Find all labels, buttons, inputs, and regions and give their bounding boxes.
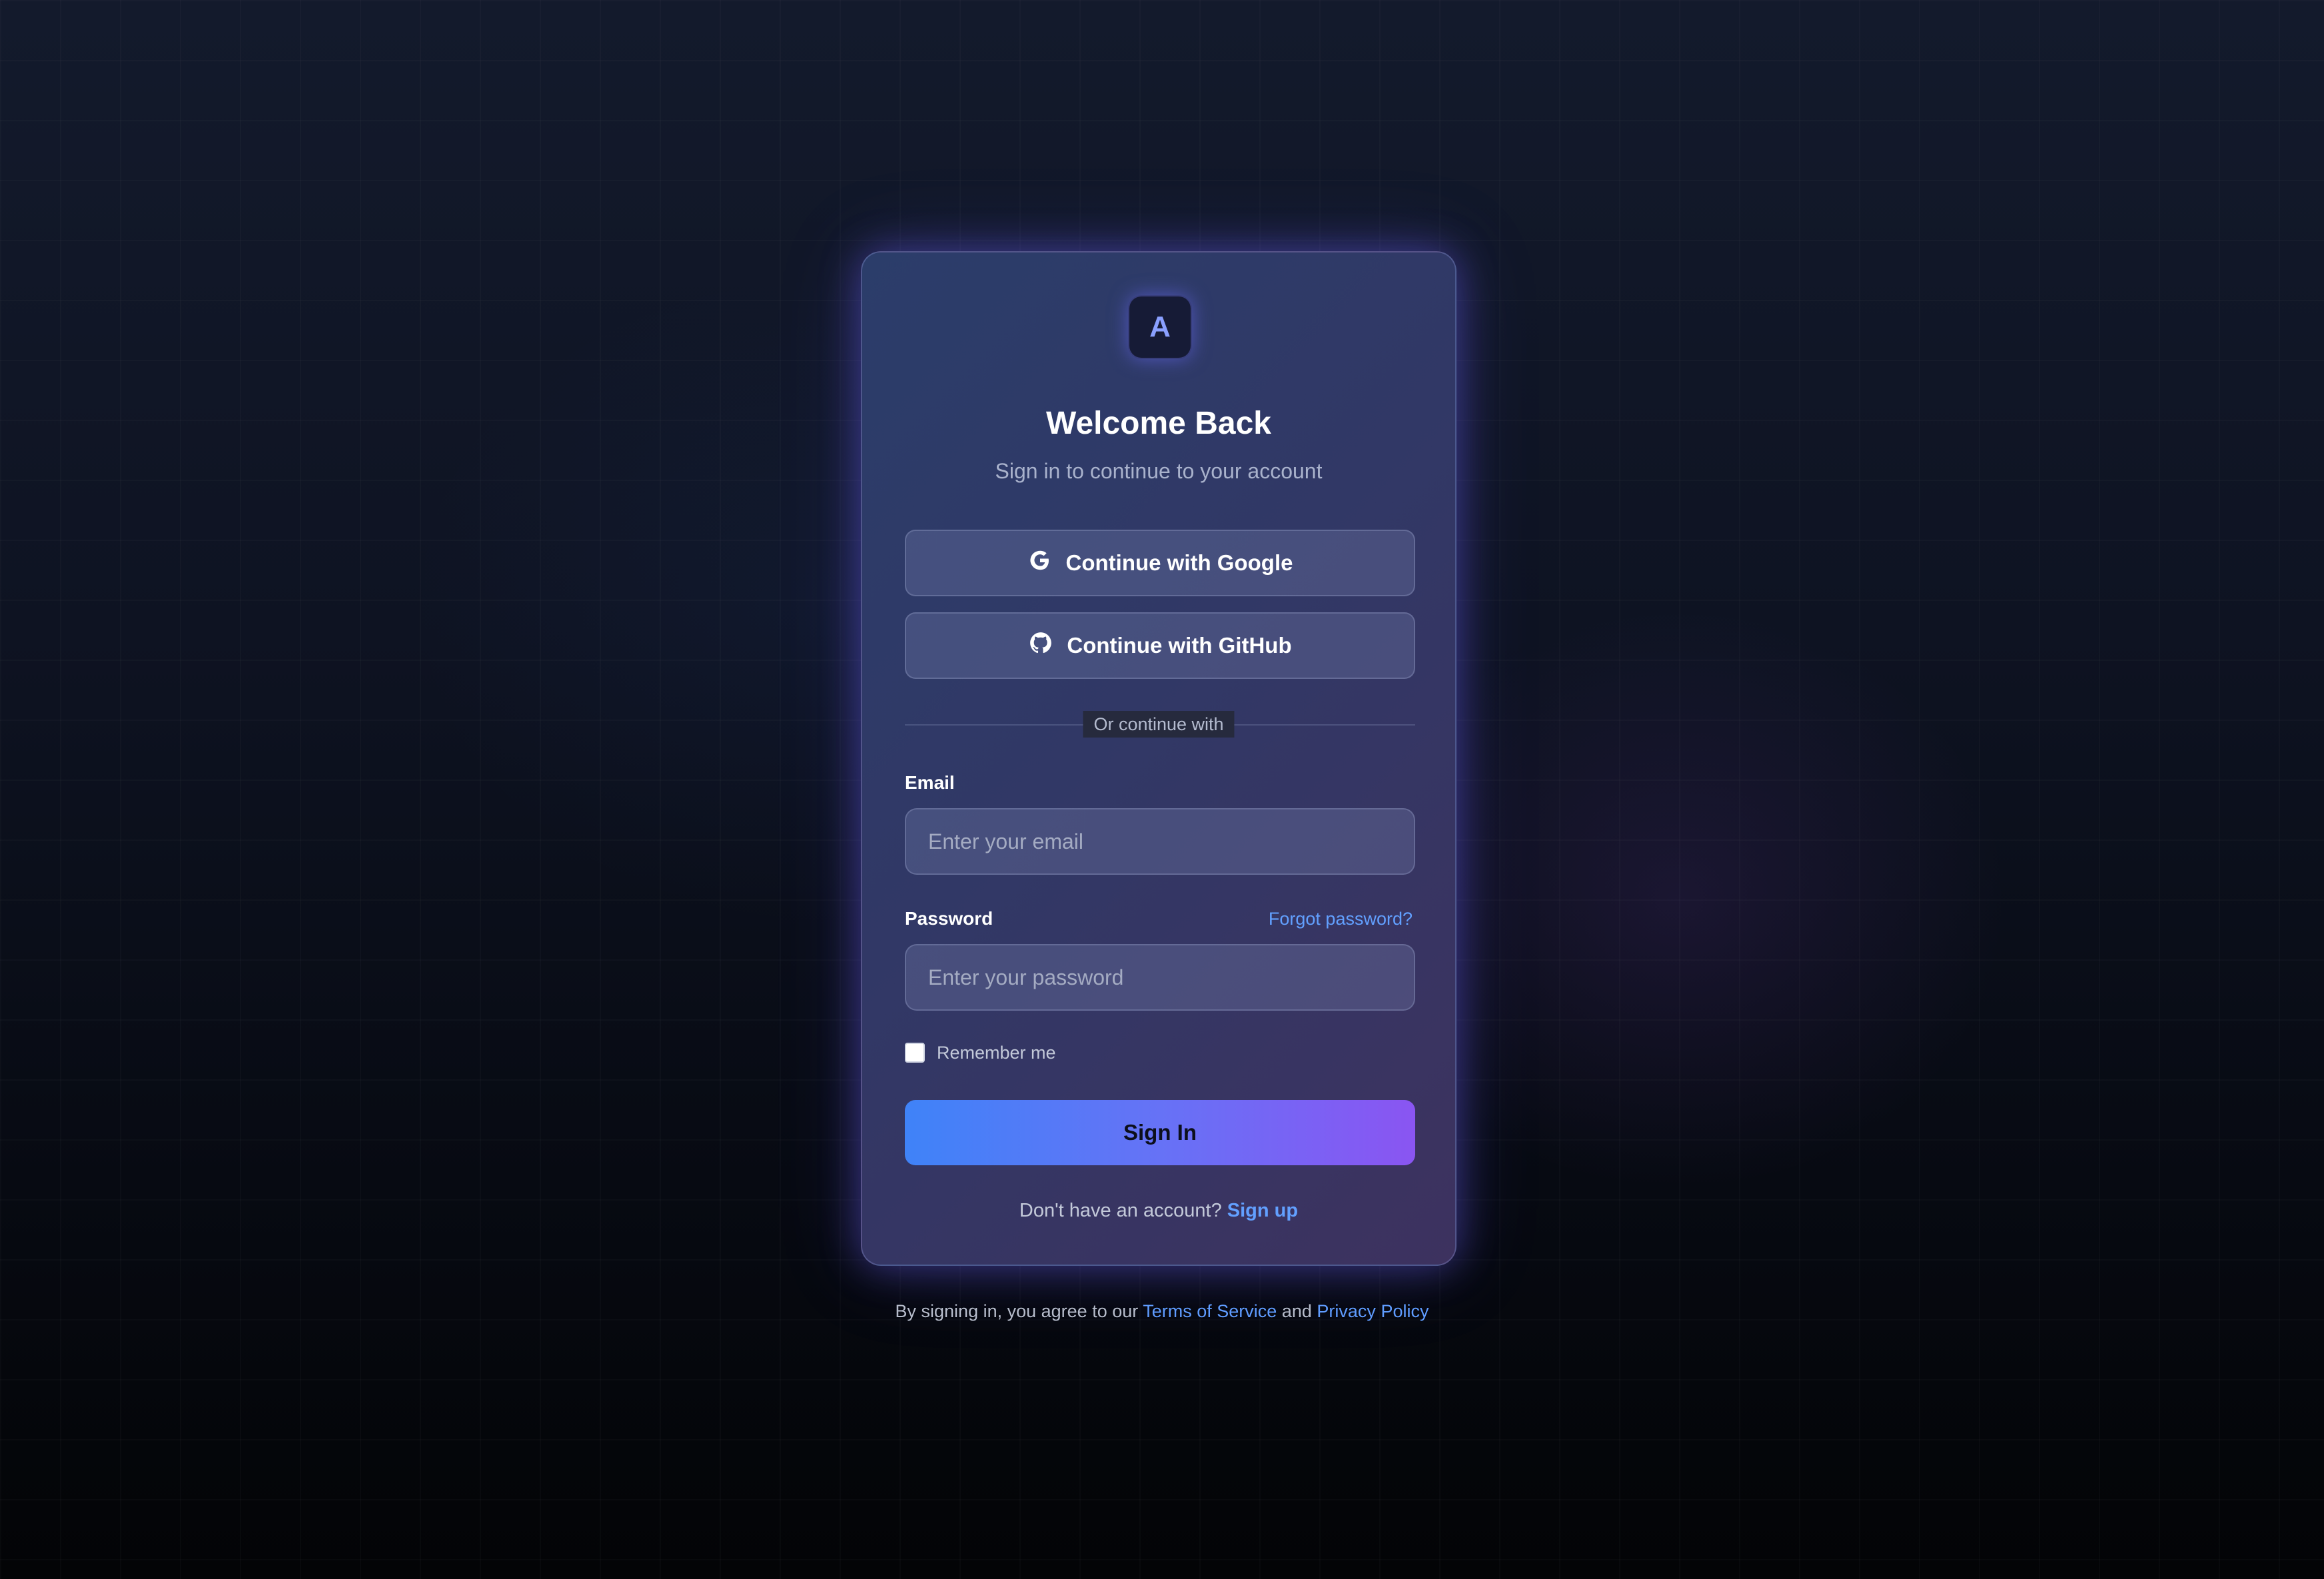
- continue-with-github-label: Continue with GitHub: [1067, 633, 1292, 658]
- signup-prompt: Don't have an account? Sign up: [862, 1197, 1455, 1224]
- sign-in-label: Sign In: [1123, 1120, 1197, 1145]
- continue-with-google-label: Continue with Google: [1065, 550, 1293, 575]
- remember-me-label: Remember me: [937, 1043, 1056, 1063]
- privacy-policy-link[interactable]: Privacy Policy: [1317, 1301, 1429, 1321]
- divider-label: Or continue with: [1083, 711, 1235, 738]
- email-label: Email: [905, 772, 955, 793]
- sign-up-link[interactable]: Sign up: [1227, 1200, 1298, 1221]
- sign-in-button[interactable]: Sign In: [905, 1100, 1415, 1165]
- continue-with-github-button[interactable]: Continue with GitHub: [905, 612, 1415, 679]
- legal-and: and: [1281, 1301, 1312, 1321]
- github-icon: [1028, 630, 1053, 661]
- app-logo-letter: A: [1149, 310, 1171, 343]
- password-label: Password: [905, 908, 993, 929]
- password-input[interactable]: [905, 944, 1415, 1011]
- continue-with-google-button[interactable]: Continue with Google: [905, 530, 1415, 596]
- remember-me-checkbox[interactable]: [905, 1043, 925, 1063]
- terms-of-service-link[interactable]: Terms of Service: [1143, 1301, 1277, 1321]
- login-card: A Welcome Back Sign in to continue to yo…: [861, 251, 1456, 1266]
- app-logo: A: [1128, 295, 1192, 359]
- google-icon: [1027, 548, 1053, 578]
- email-input[interactable]: [905, 808, 1415, 875]
- legal-prefix: By signing in, you agree to our: [895, 1301, 1139, 1321]
- page-title: Welcome Back: [1046, 406, 1271, 441]
- page-subtitle: Sign in to continue to your account: [995, 459, 1323, 483]
- forgot-password-link[interactable]: Forgot password?: [1269, 907, 1413, 931]
- legal-footer: By signing in, you agree to our Terms of…: [0, 1299, 2324, 1323]
- signup-prompt-text: Don't have an account?: [1019, 1200, 1222, 1221]
